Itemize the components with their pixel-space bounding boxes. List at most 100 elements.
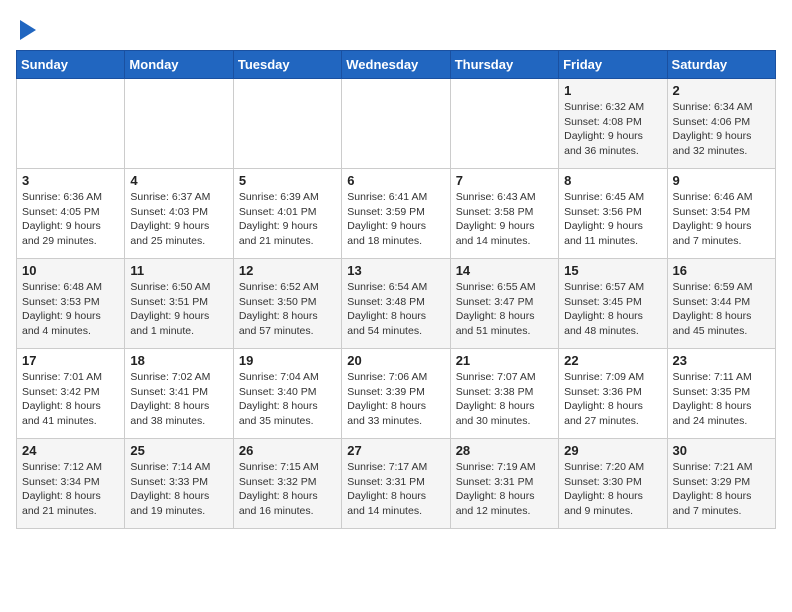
day-number: 27 [347, 443, 444, 458]
day-info: Sunrise: 7:12 AM Sunset: 3:34 PM Dayligh… [22, 460, 119, 519]
day-info: Sunrise: 7:11 AM Sunset: 3:35 PM Dayligh… [673, 370, 770, 429]
calendar-cell: 28 Sunrise: 7:19 AM Sunset: 3:31 PM Dayli… [450, 439, 558, 529]
day-number: 28 [456, 443, 553, 458]
calendar-cell: 12 Sunrise: 6:52 AM Sunset: 3:50 PM Dayli… [233, 259, 341, 349]
day-info: Sunrise: 6:46 AM Sunset: 3:54 PM Dayligh… [673, 190, 770, 249]
calendar-cell: 21 Sunrise: 7:07 AM Sunset: 3:38 PM Dayli… [450, 349, 558, 439]
calendar-cell: 27 Sunrise: 7:17 AM Sunset: 3:31 PM Dayli… [342, 439, 450, 529]
day-number: 2 [673, 83, 770, 98]
calendar-cell: 5 Sunrise: 6:39 AM Sunset: 4:01 PM Daylig… [233, 169, 341, 259]
header-cell-monday: Monday [125, 51, 233, 79]
day-number: 4 [130, 173, 227, 188]
calendar-week-row: 1 Sunrise: 6:32 AM Sunset: 4:08 PM Daylig… [17, 79, 776, 169]
day-info: Sunrise: 6:34 AM Sunset: 4:06 PM Dayligh… [673, 100, 770, 159]
header [16, 16, 776, 40]
calendar-cell: 3 Sunrise: 6:36 AM Sunset: 4:05 PM Daylig… [17, 169, 125, 259]
calendar-cell: 1 Sunrise: 6:32 AM Sunset: 4:08 PM Daylig… [559, 79, 667, 169]
day-number: 3 [22, 173, 119, 188]
day-info: Sunrise: 7:07 AM Sunset: 3:38 PM Dayligh… [456, 370, 553, 429]
calendar-cell: 25 Sunrise: 7:14 AM Sunset: 3:33 PM Dayli… [125, 439, 233, 529]
calendar-cell: 24 Sunrise: 7:12 AM Sunset: 3:34 PM Dayli… [17, 439, 125, 529]
day-info: Sunrise: 6:32 AM Sunset: 4:08 PM Dayligh… [564, 100, 661, 159]
day-number: 12 [239, 263, 336, 278]
day-info: Sunrise: 7:21 AM Sunset: 3:29 PM Dayligh… [673, 460, 770, 519]
day-info: Sunrise: 6:37 AM Sunset: 4:03 PM Dayligh… [130, 190, 227, 249]
calendar-cell: 19Sunrise: 7:04 AM Sunset: 3:40 PM Dayli… [233, 349, 341, 439]
header-cell-thursday: Thursday [450, 51, 558, 79]
day-number: 21 [456, 353, 553, 368]
day-info: Sunrise: 6:57 AM Sunset: 3:45 PM Dayligh… [564, 280, 661, 339]
day-number: 25 [130, 443, 227, 458]
calendar-cell: 22Sunrise: 7:09 AM Sunset: 3:36 PM Dayli… [559, 349, 667, 439]
day-number: 17 [22, 353, 119, 368]
day-info: Sunrise: 7:14 AM Sunset: 3:33 PM Dayligh… [130, 460, 227, 519]
day-number: 22 [564, 353, 661, 368]
calendar-cell [17, 79, 125, 169]
calendar-cell: 30 Sunrise: 7:21 AM Sunset: 3:29 PM Dayli… [667, 439, 775, 529]
calendar-week-row: 10 Sunrise: 6:48 AM Sunset: 3:53 PM Dayli… [17, 259, 776, 349]
calendar-week-row: 24 Sunrise: 7:12 AM Sunset: 3:34 PM Dayli… [17, 439, 776, 529]
calendar-cell [233, 79, 341, 169]
day-number: 1 [564, 83, 661, 98]
day-number: 10 [22, 263, 119, 278]
calendar-cell: 29Sunrise: 7:20 AM Sunset: 3:30 PM Dayli… [559, 439, 667, 529]
day-info: Sunrise: 6:45 AM Sunset: 3:56 PM Dayligh… [564, 190, 661, 249]
calendar-cell: 7 Sunrise: 6:43 AM Sunset: 3:58 PM Daylig… [450, 169, 558, 259]
calendar-cell: 26 Sunrise: 7:15 AM Sunset: 3:32 PM Dayli… [233, 439, 341, 529]
calendar-cell: 23 Sunrise: 7:11 AM Sunset: 3:35 PM Dayli… [667, 349, 775, 439]
day-info: Sunrise: 6:41 AM Sunset: 3:59 PM Dayligh… [347, 190, 444, 249]
calendar-cell [342, 79, 450, 169]
calendar-cell: 20Sunrise: 7:06 AM Sunset: 3:39 PM Dayli… [342, 349, 450, 439]
header-cell-friday: Friday [559, 51, 667, 79]
day-number: 18 [130, 353, 227, 368]
day-info: Sunrise: 7:15 AM Sunset: 3:32 PM Dayligh… [239, 460, 336, 519]
day-info: Sunrise: 7:20 AM Sunset: 3:30 PM Dayligh… [564, 460, 661, 519]
day-info: Sunrise: 7:17 AM Sunset: 3:31 PM Dayligh… [347, 460, 444, 519]
header-cell-wednesday: Wednesday [342, 51, 450, 79]
calendar-cell: 8 Sunrise: 6:45 AM Sunset: 3:56 PM Daylig… [559, 169, 667, 259]
calendar-cell [450, 79, 558, 169]
calendar-cell: 13 Sunrise: 6:54 AM Sunset: 3:48 PM Dayli… [342, 259, 450, 349]
day-number: 26 [239, 443, 336, 458]
day-number: 6 [347, 173, 444, 188]
calendar-cell: 17 Sunrise: 7:01 AM Sunset: 3:42 PM Dayli… [17, 349, 125, 439]
calendar-cell: 11Sunrise: 6:50 AM Sunset: 3:51 PM Dayli… [125, 259, 233, 349]
day-number: 23 [673, 353, 770, 368]
day-number: 20 [347, 353, 444, 368]
calendar-cell: 6 Sunrise: 6:41 AM Sunset: 3:59 PM Daylig… [342, 169, 450, 259]
day-number: 13 [347, 263, 444, 278]
day-info: Sunrise: 6:54 AM Sunset: 3:48 PM Dayligh… [347, 280, 444, 339]
day-number: 5 [239, 173, 336, 188]
day-number: 16 [673, 263, 770, 278]
day-number: 7 [456, 173, 553, 188]
calendar-cell: 16 Sunrise: 6:59 AM Sunset: 3:44 PM Dayli… [667, 259, 775, 349]
day-number: 30 [673, 443, 770, 458]
logo-arrow-icon [20, 20, 36, 40]
calendar-table: SundayMondayTuesdayWednesdayThursdayFrid… [16, 50, 776, 529]
day-info: Sunrise: 6:48 AM Sunset: 3:53 PM Dayligh… [22, 280, 119, 339]
day-info: Sunrise: 6:59 AM Sunset: 3:44 PM Dayligh… [673, 280, 770, 339]
day-info: Sunrise: 6:39 AM Sunset: 4:01 PM Dayligh… [239, 190, 336, 249]
calendar-cell: 2 Sunrise: 6:34 AM Sunset: 4:06 PM Daylig… [667, 79, 775, 169]
calendar-body: 1 Sunrise: 6:32 AM Sunset: 4:08 PM Daylig… [17, 79, 776, 529]
day-info: Sunrise: 6:52 AM Sunset: 3:50 PM Dayligh… [239, 280, 336, 339]
day-info: Sunrise: 6:36 AM Sunset: 4:05 PM Dayligh… [22, 190, 119, 249]
calendar-cell: 14 Sunrise: 6:55 AM Sunset: 3:47 PM Dayli… [450, 259, 558, 349]
day-number: 8 [564, 173, 661, 188]
day-info: Sunrise: 6:55 AM Sunset: 3:47 PM Dayligh… [456, 280, 553, 339]
calendar-cell: 9 Sunrise: 6:46 AM Sunset: 3:54 PM Daylig… [667, 169, 775, 259]
calendar-cell: 10 Sunrise: 6:48 AM Sunset: 3:53 PM Dayli… [17, 259, 125, 349]
calendar-cell: 4 Sunrise: 6:37 AM Sunset: 4:03 PM Daylig… [125, 169, 233, 259]
calendar-cell: 18 Sunrise: 7:02 AM Sunset: 3:41 PM Dayli… [125, 349, 233, 439]
day-info: Sunrise: 6:43 AM Sunset: 3:58 PM Dayligh… [456, 190, 553, 249]
calendar-header-row: SundayMondayTuesdayWednesdayThursdayFrid… [17, 51, 776, 79]
header-cell-sunday: Sunday [17, 51, 125, 79]
logo [16, 16, 36, 40]
day-number: 9 [673, 173, 770, 188]
day-number: 24 [22, 443, 119, 458]
day-info: Sunrise: 7:01 AM Sunset: 3:42 PM Dayligh… [22, 370, 119, 429]
day-number: 11 [130, 263, 227, 278]
day-info: Sunrise: 7:19 AM Sunset: 3:31 PM Dayligh… [456, 460, 553, 519]
day-number: 14 [456, 263, 553, 278]
day-info: Sunrise: 7:02 AM Sunset: 3:41 PM Dayligh… [130, 370, 227, 429]
